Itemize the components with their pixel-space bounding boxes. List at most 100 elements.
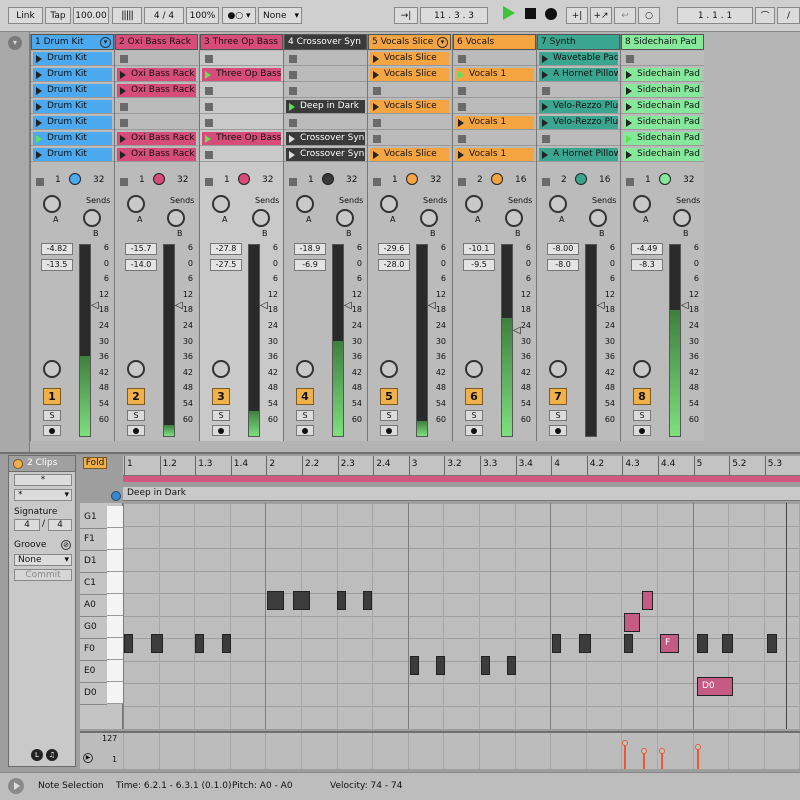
fader-pointer-icon[interactable]: ◁	[344, 300, 352, 311]
commit-button[interactable]: Commit	[14, 569, 72, 581]
midi-note[interactable]	[624, 634, 633, 653]
fader-pointer-icon[interactable]: ◁	[513, 325, 521, 336]
clip[interactable]: Three Op Bass	[202, 68, 281, 81]
clip-stop-icon[interactable]	[205, 103, 213, 111]
velocity-handle[interactable]	[641, 748, 647, 754]
clip-play-icon[interactable]	[373, 151, 379, 159]
clip-stop-icon[interactable]	[373, 135, 381, 143]
midi-note[interactable]	[222, 634, 231, 653]
fader-pointer-icon[interactable]: ◁	[175, 300, 183, 311]
launch-box-icon[interactable]: L	[31, 749, 43, 761]
send-b-knob-icon[interactable]	[167, 209, 185, 227]
arm-button[interactable]	[296, 425, 314, 436]
clip-stop-icon[interactable]	[289, 71, 297, 79]
track-stop-icon[interactable]	[205, 178, 213, 186]
clip-name-field[interactable]: *	[14, 474, 72, 486]
clip[interactable]: Sidechain Pad	[623, 68, 702, 81]
send-a-knob-icon[interactable]	[127, 195, 145, 213]
clip-stop-icon[interactable]	[289, 87, 297, 95]
clip-stop-icon[interactable]	[458, 135, 466, 143]
clip-play-icon[interactable]	[373, 103, 379, 111]
velocity-toggle-icon[interactable]: ▶	[83, 753, 93, 763]
clip-playing-icon[interactable]	[626, 135, 632, 143]
clip-playing-icon[interactable]	[458, 71, 464, 79]
clip[interactable]: Sidechain Pad	[623, 116, 702, 129]
zoom-field[interactable]: 100%	[186, 7, 219, 24]
solo-button[interactable]: S	[127, 410, 145, 421]
send-b-knob-icon[interactable]	[420, 209, 438, 227]
track-stop-icon[interactable]	[373, 178, 381, 186]
time-signature-field[interactable]: 4 / 4	[144, 7, 184, 24]
solo-button[interactable]: S	[212, 410, 230, 421]
clip[interactable]: A Hornet Pillow	[539, 148, 618, 161]
clip-stop-icon[interactable]	[458, 103, 466, 111]
track-stop-icon[interactable]	[542, 178, 550, 186]
arm-button[interactable]	[212, 425, 230, 436]
arm-button[interactable]	[43, 425, 61, 436]
clip-stop-icon[interactable]	[205, 55, 213, 63]
arm-button[interactable]	[380, 425, 398, 436]
volume-value[interactable]: -4.49	[631, 243, 663, 255]
piano-key[interactable]	[107, 682, 123, 704]
clip-stop-icon[interactable]	[542, 135, 550, 143]
play-icon[interactable]	[503, 6, 515, 20]
track-activator-button[interactable]: 2	[127, 388, 145, 405]
pan-mini-icon[interactable]	[69, 173, 81, 185]
clip-play-icon[interactable]	[373, 55, 379, 63]
clip-play-icon[interactable]	[626, 151, 632, 159]
pan-mini-icon[interactable]	[659, 173, 671, 185]
clip[interactable]: Drum Kit	[33, 52, 112, 65]
automation-arm-icon[interactable]: +↗	[590, 7, 612, 24]
clip-play-icon[interactable]	[120, 87, 126, 95]
loop-start-field[interactable]: 1 . 1 . 1	[677, 7, 753, 24]
track-header[interactable]: 6 Vocals	[453, 34, 536, 50]
midi-note[interactable]	[624, 613, 640, 632]
fader-pointer-icon[interactable]: ◁	[260, 300, 268, 311]
clip[interactable]: Oxi Bass Rack	[117, 132, 196, 145]
clip-stop-icon[interactable]	[205, 151, 213, 159]
clip-play-icon[interactable]	[120, 151, 126, 159]
clip[interactable]: Vocals Slice	[370, 148, 449, 161]
piano-key[interactable]	[107, 572, 123, 594]
midi-note[interactable]	[363, 591, 372, 610]
track-stop-icon[interactable]	[626, 178, 634, 186]
clip-stop-icon[interactable]	[120, 103, 128, 111]
clip[interactable]: Drum Kit	[33, 116, 112, 129]
clip[interactable]: Crossover Syn B	[286, 132, 365, 145]
record-icon[interactable]	[545, 8, 557, 20]
midi-note[interactable]	[552, 634, 561, 653]
groove-select[interactable]: None ▾	[14, 554, 72, 566]
fader-pointer-icon[interactable]: ◁	[428, 300, 436, 311]
track-stop-icon[interactable]	[120, 178, 128, 186]
clip-stop-icon[interactable]	[205, 87, 213, 95]
midi-note[interactable]	[697, 634, 708, 653]
track-header[interactable]: 7 Synth	[537, 34, 620, 50]
back-to-arrangement-icon[interactable]: ↩	[614, 7, 636, 24]
midi-note[interactable]	[410, 656, 419, 675]
clip-stop-icon[interactable]	[542, 87, 550, 95]
velocity-stem[interactable]	[661, 752, 663, 769]
clip-play-icon[interactable]	[626, 119, 632, 127]
arm-button[interactable]	[633, 425, 651, 436]
solo-button[interactable]: S	[296, 410, 314, 421]
clip-stop-icon[interactable]	[626, 55, 634, 63]
pan-mini-icon[interactable]	[575, 173, 587, 185]
clip[interactable]: Sidechain Pad	[623, 148, 702, 161]
midi-note[interactable]	[767, 634, 777, 653]
clip-play-icon[interactable]	[626, 87, 632, 95]
clip-playing-icon[interactable]	[289, 103, 295, 111]
midi-note[interactable]	[337, 591, 346, 610]
midi-note[interactable]	[293, 591, 310, 610]
clip-stop-icon[interactable]	[458, 87, 466, 95]
session-view-toggle-icon[interactable]: ▾	[8, 36, 22, 50]
clip[interactable]: Drum Kit	[33, 148, 112, 161]
clip[interactable]: Wavetable Pad	[539, 52, 618, 65]
send-b-knob-icon[interactable]	[673, 209, 691, 227]
track-header[interactable]: 8 Sidechain Pad	[621, 34, 704, 50]
piano-key[interactable]	[107, 506, 123, 528]
track-activator-button[interactable]: 3	[212, 388, 230, 405]
tempo-field[interactable]: 100.00	[73, 7, 109, 24]
peak-value[interactable]: -8.0	[547, 259, 579, 271]
clip-play-icon[interactable]	[542, 55, 548, 63]
piano-key[interactable]	[107, 660, 123, 682]
